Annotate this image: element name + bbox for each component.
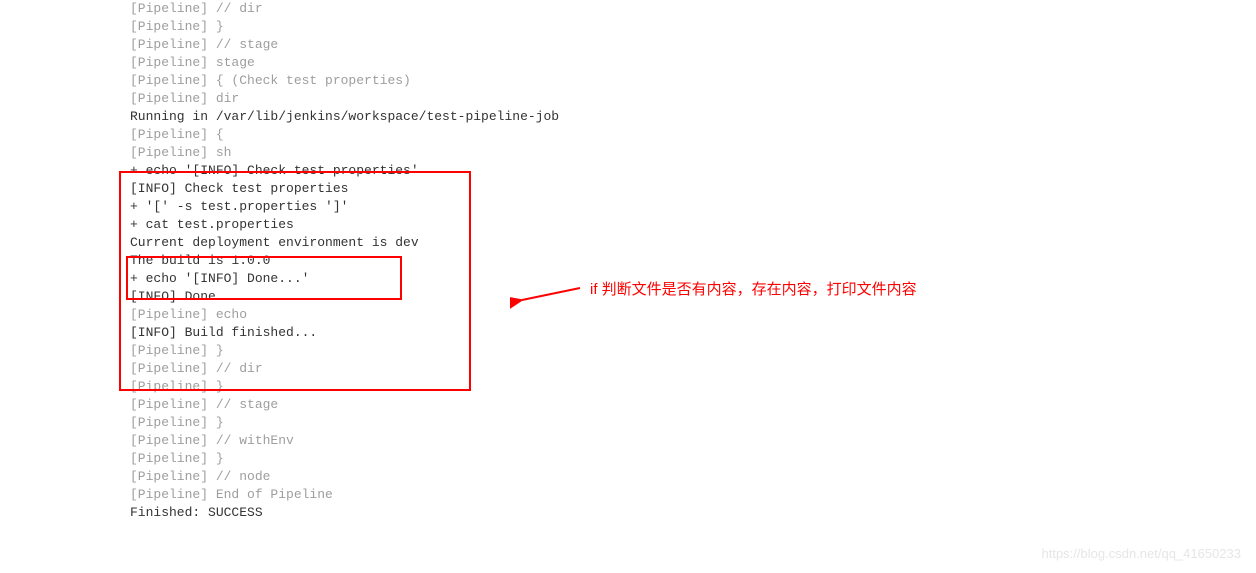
console-line: [INFO] Build finished...: [130, 324, 559, 342]
console-line: [Pipeline] stage: [130, 54, 559, 72]
console-line: [Pipeline] }: [130, 342, 559, 360]
annotation-text: if 判断文件是否有内容，存在内容，打印文件内容: [590, 278, 917, 299]
console-line: [Pipeline] // stage: [130, 36, 559, 54]
watermark-text: https://blog.csdn.net/qq_41650233: [1042, 546, 1242, 561]
console-line: + cat test.properties: [130, 216, 559, 234]
console-line: [Pipeline] // dir: [130, 360, 559, 378]
console-line: + echo '[INFO] Done...': [130, 270, 559, 288]
console-line: [Pipeline] }: [130, 450, 559, 468]
console-line: [Pipeline] echo: [130, 306, 559, 324]
console-line: [Pipeline] sh: [130, 144, 559, 162]
console-line: Finished: SUCCESS: [130, 504, 559, 522]
console-line: [Pipeline] }: [130, 414, 559, 432]
console-output: [Pipeline] // dir[Pipeline] }[Pipeline] …: [130, 0, 559, 522]
console-line: [Pipeline] { (Check test properties): [130, 72, 559, 90]
console-line: + '[' -s test.properties ']': [130, 198, 559, 216]
console-line: [Pipeline] dir: [130, 90, 559, 108]
console-line: Current deployment environment is dev: [130, 234, 559, 252]
console-line: + echo '[INFO] Check test properties': [130, 162, 559, 180]
console-line: [Pipeline] // withEnv: [130, 432, 559, 450]
console-line: [Pipeline] }: [130, 18, 559, 36]
console-line: [Pipeline] // dir: [130, 0, 559, 18]
console-line: Running in /var/lib/jenkins/workspace/te…: [130, 108, 559, 126]
console-line: [Pipeline] // stage: [130, 396, 559, 414]
console-line: [Pipeline] }: [130, 378, 559, 396]
console-line: [INFO] Done...: [130, 288, 559, 306]
console-line: The build is 1.0.0: [130, 252, 559, 270]
console-line: [Pipeline] // node: [130, 468, 559, 486]
console-line: [Pipeline] {: [130, 126, 559, 144]
console-line: [INFO] Check test properties: [130, 180, 559, 198]
console-line: [Pipeline] End of Pipeline: [130, 486, 559, 504]
